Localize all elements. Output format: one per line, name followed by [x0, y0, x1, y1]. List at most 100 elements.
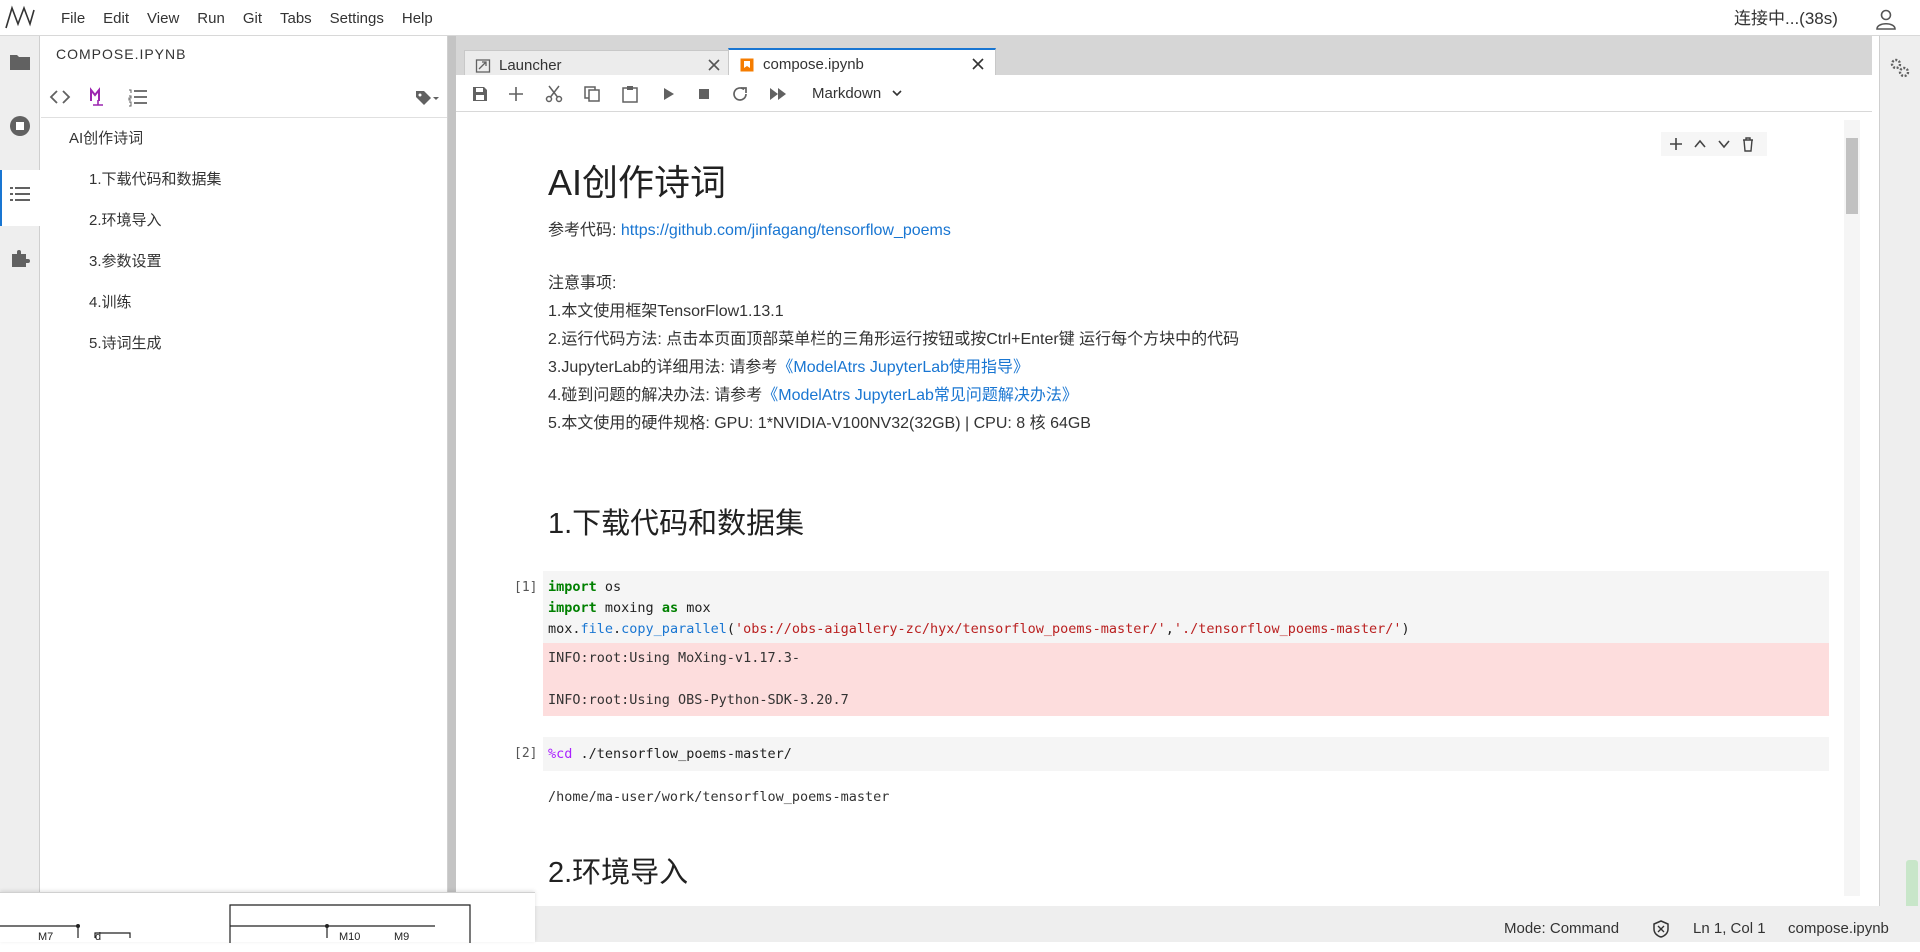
code-cell-1[interactable]: import os import moxing as mox mox.file.…: [543, 571, 1829, 646]
status-mode[interactable]: Mode: Command: [1504, 906, 1619, 952]
tag-filter-icon[interactable]: [413, 86, 441, 108]
toc-item-section-3[interactable]: 3.参数设置: [41, 247, 447, 288]
delete-cell-icon[interactable]: [1739, 135, 1757, 153]
restart-kernel-icon[interactable]: [730, 84, 750, 104]
toc-item-section-4[interactable]: 4.训练: [41, 288, 447, 329]
cell-type-select[interactable]: Markdown: [812, 75, 903, 112]
status-cursor-position[interactable]: Ln 1, Col 1: [1693, 906, 1766, 952]
cell-2-output: /home/ma-user/work/tensorflow_poems-mast…: [548, 789, 890, 805]
close-icon[interactable]: [971, 57, 985, 71]
menu-file[interactable]: File: [52, 0, 94, 36]
scrollbar-thumb[interactable]: [1846, 138, 1858, 214]
reference-line: 参考代码: https://github.com/jinfagang/tenso…: [548, 221, 951, 241]
close-icon[interactable]: [707, 58, 721, 72]
note-4-link[interactable]: 《ModelAtrs JupyterLab常见问题解决办法》: [762, 387, 1078, 404]
main-menu: File Edit View Run Git Tabs Settings Hel…: [52, 0, 442, 36]
add-cell-icon[interactable]: [506, 84, 526, 104]
modelarts-logo-icon: [5, 5, 35, 29]
cd-path: ./tensorflow_poems-master/: [580, 746, 792, 762]
tab-bar: Launcher compose.ipynb: [456, 42, 1872, 80]
insert-cell-icon[interactable]: [1667, 135, 1685, 153]
note-3-prefix: 3.JupyterLab的详细用法: 请参考: [548, 359, 778, 376]
extensions-puzzle-icon[interactable]: [8, 246, 32, 270]
toc-item-section-2[interactable]: 2.环境导入: [41, 206, 447, 247]
toc-list: AI创作诗词 1.下载代码和数据集 2.环境导入 3.参数设置 4.训练 5.诗…: [41, 124, 447, 370]
paste-icon[interactable]: [620, 84, 640, 104]
note-1: 1.本文使用框架TensorFlow1.13.1: [548, 303, 784, 320]
code-string-dst: './tensorflow_poems-master/': [1173, 621, 1402, 637]
toc-toolbar: [41, 78, 447, 118]
numbered-list-icon[interactable]: [127, 86, 149, 108]
toc-item-title[interactable]: AI创作诗词: [41, 124, 447, 165]
panel-splitter[interactable]: [448, 36, 456, 942]
notebook-title: AI创作诗词: [548, 162, 727, 203]
toc-item-section-1[interactable]: 1.下载代码和数据集: [41, 165, 447, 206]
move-down-icon[interactable]: [1715, 135, 1733, 153]
code-string-src: 'obs://obs-aigallery-zc/hyx/tensorflow_p…: [734, 621, 1166, 637]
run-cell-icon[interactable]: [658, 84, 678, 104]
property-inspector-gears-icon[interactable]: [1888, 56, 1912, 80]
reference-label: 参考代码:: [548, 222, 621, 239]
notebook-toolbar: Markdown: [456, 75, 1872, 112]
markdown-toggle-icon[interactable]: [87, 86, 109, 108]
user-icon[interactable]: [1874, 7, 1898, 31]
note-5: 5.本文使用的硬件规格: GPU: 1*NVIDIA-V100NV32(32GB…: [548, 415, 1091, 432]
status-filename: compose.ipynb: [1788, 920, 1889, 937]
folder-icon[interactable]: [8, 50, 32, 74]
left-activity-bar: [0, 36, 40, 942]
menu-view[interactable]: View: [138, 0, 188, 36]
overlay-label-d: d: [95, 931, 101, 943]
notes-title: 注意事项:: [548, 275, 617, 292]
menu-settings[interactable]: Settings: [321, 0, 393, 36]
note-2: 2.运行代码方法: 点击本页面顶部菜单栏的三角形运行按钮或按Ctrl+Enter…: [548, 331, 1240, 348]
launcher-icon: [475, 59, 491, 73]
note-3-link[interactable]: 《ModelAtrs JupyterLab使用指导》: [777, 359, 1029, 376]
section-1-heading: 1.下载代码和数据集: [548, 508, 805, 540]
code-object: mox.: [548, 621, 581, 637]
cut-icon[interactable]: [544, 84, 564, 104]
notebook-icon: [740, 58, 754, 72]
cell-toolbar: [1661, 132, 1767, 156]
menu-git[interactable]: Git: [234, 0, 271, 36]
note-4: 4.碰到问题的解决办法: 请参考《ModelAtrs JupyterLab常见问…: [548, 386, 1078, 406]
menu-edit[interactable]: Edit: [94, 0, 138, 36]
tab-launcher-label: Launcher: [499, 57, 562, 74]
section-2-heading: 2.环境导入: [548, 857, 689, 889]
kernel-connection-status: 连接中...(38s): [1734, 9, 1838, 28]
right-sidebar: [1879, 36, 1920, 942]
copy-icon[interactable]: [582, 84, 602, 104]
panel-title: COMPOSE.IPYNB: [56, 46, 187, 62]
reference-link[interactable]: https://github.com/jinfagang/tensorflow_…: [621, 222, 951, 239]
note-3: 3.JupyterLab的详细用法: 请参考《ModelAtrs Jupyter…: [548, 358, 1029, 378]
notebook-content: AI创作诗词 参考代码: https://github.com/jinfagan…: [456, 112, 1872, 906]
toc-panel: COMPOSE.IPYNB AI创作诗词 1.下载代码和数据集 2.环境导入 3…: [41, 36, 448, 896]
table-of-contents-icon[interactable]: [8, 182, 32, 206]
status-bar: Mode: Command Ln 1, Col 1 compose.ipynb: [448, 906, 1920, 942]
note-4-prefix: 4.碰到问题的解决办法: 请参考: [548, 387, 763, 404]
notebook-scrollbar[interactable]: [1844, 120, 1860, 896]
toc-item-section-5[interactable]: 5.诗词生成: [41, 329, 447, 370]
trusted-shield-icon[interactable]: [1652, 920, 1670, 938]
menu-bar: File Edit View Run Git Tabs Settings Hel…: [0, 0, 1920, 36]
circuit-diagram: M7 M10 M9 d: [0, 904, 471, 943]
magic-command: %cd: [548, 746, 573, 762]
code-cell-2[interactable]: %cd ./tensorflow_poems-master/: [543, 737, 1829, 771]
code-toggle-icon[interactable]: [49, 86, 71, 108]
menu-help[interactable]: Help: [393, 0, 442, 36]
stop-kernel-icon[interactable]: [694, 84, 714, 104]
overlay-label-m10: M10: [339, 931, 360, 943]
overlay-label-m7: M7: [38, 931, 53, 943]
menu-run[interactable]: Run: [188, 0, 234, 36]
cell-1-stderr-output: INFO:root:Using MoXing-v1.17.3- INFO:roo…: [543, 643, 1829, 716]
cell-1-prompt: [1]: [514, 580, 538, 595]
chevron-down-icon: [892, 90, 902, 97]
cell-2-prompt: [2]: [514, 746, 538, 761]
restart-run-all-icon[interactable]: [768, 84, 788, 104]
overlay-label-m9: M9: [394, 931, 409, 943]
move-up-icon[interactable]: [1691, 135, 1709, 153]
running-kernels-icon[interactable]: [8, 114, 32, 138]
floating-circuit-image: M7 M10 M9 d: [0, 892, 535, 943]
save-icon[interactable]: [470, 84, 490, 104]
tab-compose-label: compose.ipynb: [763, 56, 864, 73]
menu-tabs[interactable]: Tabs: [271, 0, 321, 36]
